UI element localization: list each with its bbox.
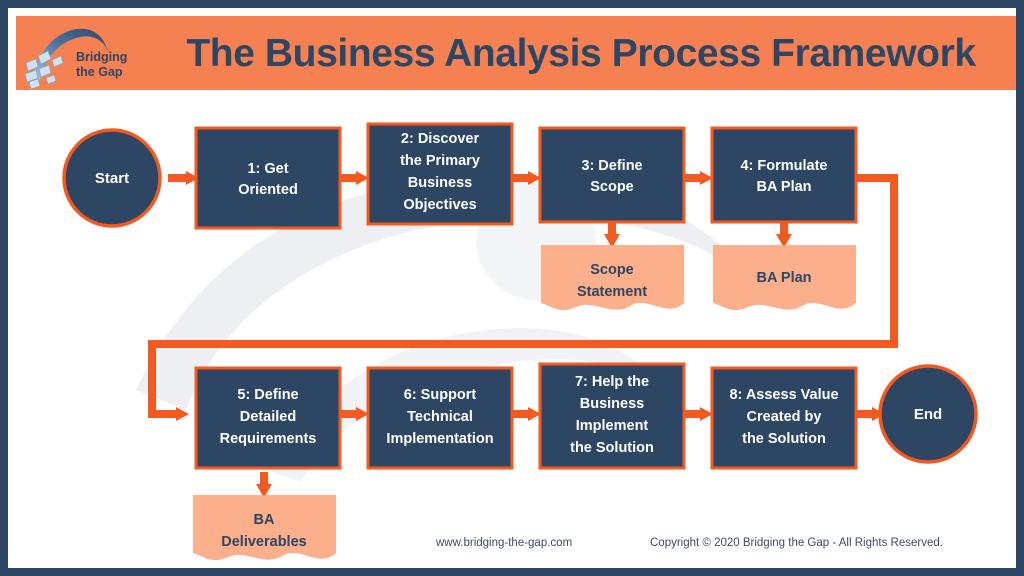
header-banner: Bridging the Gap The Business Analysis P… [16,16,1016,90]
footer-website[interactable]: www.bridging-the-gap.com [436,537,572,549]
node-step2-line-2: the Primary [400,153,480,169]
connector-step4-doc-baplan [776,220,792,248]
node-end[interactable]: End [878,364,978,464]
connector-step7-step8 [684,407,713,421]
node-step1-line-1: 1: Get [247,161,288,177]
node-step4[interactable]: 4: Formulate BA Plan [710,126,858,224]
poster-root: Bridging the Gap The Business Analysis P… [0,0,1024,576]
footer: www.bridging-the-gap.com Copyright © 202… [16,526,1016,560]
node-step7-line-2: Business [580,396,644,412]
node-step6[interactable]: 6: Support Technical Implementation [366,366,514,470]
bridging-the-gap-logo: Bridging the Gap [16,16,144,90]
node-step2-line-4: Objectives [403,197,476,213]
logo-fragments-icon [24,50,64,90]
node-step7[interactable]: 7: Help the Business Implement the Solut… [538,362,686,470]
page-title: The Business Analysis Process Framework [186,31,976,75]
node-step8-line-1: 8: Assess Value [729,387,838,403]
logo-text-line2: the Gap [76,65,123,79]
node-step7-line-3: Implement [576,418,649,434]
doc-ba-plan[interactable]: BA Plan [713,245,856,311]
node-start-label: Start [95,170,129,187]
node-start[interactable]: Start [62,128,162,228]
logo-text-line1: Bridging [76,50,127,64]
doc-scope-statement[interactable]: Scope Statement [541,245,684,311]
node-step3[interactable]: 3: Define Scope [538,126,686,224]
node-end-label: End [914,406,942,423]
node-step2-line-3: Business [408,175,472,191]
node-step5-line-3: Requirements [220,431,317,447]
node-step6-line-3: Implementation [386,431,493,447]
connector-step3-doc-scope [604,220,620,248]
node-step5-line-2: Detailed [240,409,296,425]
node-step3-line-2: Scope [590,179,634,195]
node-step5[interactable]: 5: Define Detailed Requirements [194,366,342,470]
connector-step5-doc-deliverables [256,472,272,498]
connector-start-step1 [168,171,199,185]
node-step2[interactable]: 2: Discover the Primary Business Objecti… [366,122,514,226]
connector-step6-step7 [512,407,541,421]
doc-scope-statement-line-1: Scope [590,262,634,278]
doc-ba-plan-line-1: BA Plan [756,270,811,286]
node-step3-line-1: 3: Define [581,158,642,174]
node-step6-line-2: Technical [407,409,473,425]
node-step4-line-2: BA Plan [756,179,811,195]
node-step8-line-3: the Solution [742,431,826,447]
node-step8-line-2: Created by [747,409,822,425]
node-step4-line-1: 4: Formulate [740,158,827,174]
node-step7-line-1: 7: Help the [575,374,649,390]
connector-step1-step2 [340,171,369,185]
node-step1[interactable]: 1: Get Oriented [194,126,342,230]
connector-step3-step4 [684,171,713,185]
node-step7-line-4: the Solution [570,440,654,456]
node-step1-line-2: Oriented [238,182,298,198]
node-step2-line-1: 2: Discover [401,131,480,147]
flowchart-canvas: Start 1: Get Oriented 2: Discover the Pr… [16,90,1016,568]
footer-copyright: Copyright © 2020 Bridging the Gap - All … [650,537,943,549]
node-step5-line-1: 5: Define [237,387,298,403]
node-step6-line-1: 6: Support [404,387,477,403]
doc-scope-statement-line-2: Statement [577,284,647,300]
node-step8[interactable]: 8: Assess Value Created by the Solution [710,366,858,470]
